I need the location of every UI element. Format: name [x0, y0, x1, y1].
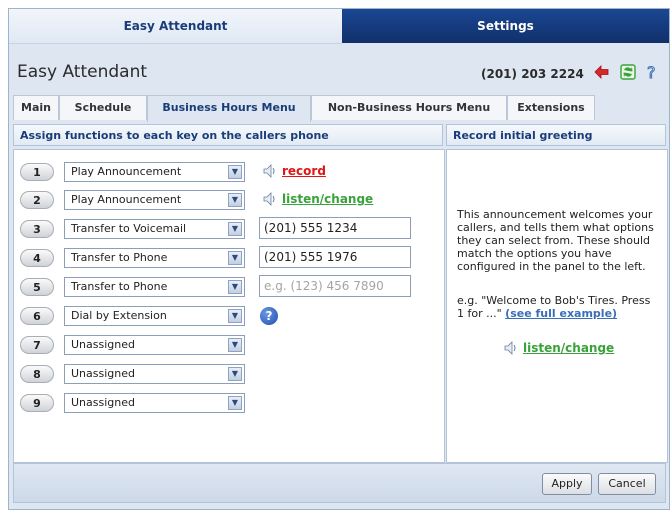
- key-2-select[interactable]: Play Announcement ▼: [64, 190, 245, 210]
- greeting-example: e.g. "Welcome to Bob's Tires. Press 1 fo…: [457, 294, 659, 320]
- key-2-select-value: Play Announcement: [71, 193, 182, 206]
- refresh-icon[interactable]: [619, 63, 637, 81]
- key-8-button[interactable]: 8: [20, 365, 54, 383]
- key-row-3: 3 Transfer to Voicemail ▼ (201) 555 1234: [14, 217, 444, 243]
- left-panel-header: Assign functions to each key on the call…: [13, 124, 443, 146]
- key-6-select-value: Dial by Extension: [71, 309, 167, 322]
- tab-settings[interactable]: Settings: [342, 9, 669, 43]
- chevron-down-icon: ▼: [228, 396, 242, 410]
- top-tabs: Easy Attendant Settings: [9, 9, 669, 44]
- key-row-5: 5 Transfer to Phone ▼ e.g. (123) 456 7890: [14, 275, 444, 301]
- key-row-9: 9 Unassigned ▼: [14, 391, 444, 417]
- right-panel-header: Record initial greeting: [446, 124, 666, 146]
- greeting-listen-change-link[interactable]: listen/change: [523, 341, 614, 355]
- key-5-phone-input[interactable]: e.g. (123) 456 7890: [259, 275, 411, 297]
- key-row-7: 7 Unassigned ▼: [14, 333, 444, 359]
- footer-bar: Apply Cancel: [13, 463, 666, 503]
- tab-easy-attendant[interactable]: Easy Attendant: [9, 9, 342, 44]
- key-4-select-value: Transfer to Phone: [71, 251, 168, 264]
- speaker-icon: [263, 192, 275, 206]
- key-1-select[interactable]: Play Announcement ▼: [64, 162, 245, 182]
- help-question-icon[interactable]: ?: [643, 63, 661, 81]
- key-2-button[interactable]: 2: [20, 191, 54, 209]
- key-6-button[interactable]: 6: [20, 307, 54, 325]
- key-1-select-value: Play Announcement: [71, 165, 182, 178]
- greeting-description: This announcement welcomes your callers,…: [457, 208, 654, 273]
- key-row-1: 1 Play Announcement ▼ record: [14, 160, 444, 186]
- chevron-down-icon: ▼: [228, 193, 242, 207]
- see-full-example-link[interactable]: (see full example): [505, 307, 617, 320]
- key-3-select-value: Transfer to Voicemail: [71, 222, 187, 235]
- key-5-select-value: Transfer to Phone: [71, 280, 168, 293]
- key-7-select-value: Unassigned: [71, 338, 135, 351]
- tab-non-business-hours-menu[interactable]: Non-Business Hours Menu: [311, 95, 507, 120]
- key-assignment-panel: 1 Play Announcement ▼ record 2 Play Annou…: [13, 149, 445, 463]
- chevron-down-icon: ▼: [228, 222, 242, 236]
- chevron-down-icon: ▼: [228, 280, 242, 294]
- key-row-8: 8 Unassigned ▼: [14, 362, 444, 388]
- key-8-select[interactable]: Unassigned ▼: [64, 364, 245, 384]
- key-row-2: 2 Play Announcement ▼ listen/change: [14, 188, 444, 214]
- key-row-4: 4 Transfer to Phone ▼ (201) 555 1976: [14, 246, 444, 272]
- tab-main[interactable]: Main: [13, 95, 59, 120]
- key-7-select[interactable]: Unassigned ▼: [64, 335, 245, 355]
- listen-change-link[interactable]: listen/change: [282, 192, 373, 206]
- chevron-down-icon: ▼: [228, 338, 242, 352]
- speaker-icon: [504, 341, 516, 355]
- key-4-select[interactable]: Transfer to Phone ▼: [64, 248, 245, 268]
- key-8-select-value: Unassigned: [71, 367, 135, 380]
- easy-attendant-window: Easy Attendant Settings Easy Attendant (…: [8, 8, 670, 510]
- back-arrow-icon[interactable]: [593, 63, 611, 81]
- record-link[interactable]: record: [282, 164, 326, 178]
- key-9-select-value: Unassigned: [71, 396, 135, 409]
- key-4-phone-input[interactable]: (201) 555 1976: [259, 246, 411, 268]
- key-1-button[interactable]: 1: [20, 163, 54, 181]
- phone-number: (201) 203 2224: [481, 67, 584, 81]
- key-9-button[interactable]: 9: [20, 394, 54, 412]
- chevron-down-icon: ▼: [228, 367, 242, 381]
- key-6-select[interactable]: Dial by Extension ▼: [64, 306, 245, 326]
- apply-button[interactable]: Apply: [542, 473, 592, 495]
- tab-schedule[interactable]: Schedule: [59, 95, 147, 120]
- chevron-down-icon: ▼: [228, 165, 242, 179]
- key-row-6: 6 Dial by Extension ▼ ?: [14, 304, 444, 330]
- greeting-panel: This announcement welcomes your callers,…: [446, 149, 668, 463]
- chevron-down-icon: ▼: [228, 251, 242, 265]
- key-4-button[interactable]: 4: [20, 249, 54, 267]
- key-3-button[interactable]: 3: [20, 220, 54, 238]
- svg-text:?: ?: [647, 63, 656, 81]
- cancel-button[interactable]: Cancel: [598, 473, 656, 495]
- help-icon[interactable]: ?: [260, 307, 278, 325]
- key-3-select[interactable]: Transfer to Voicemail ▼: [64, 219, 245, 239]
- tab-business-hours-menu[interactable]: Business Hours Menu: [147, 95, 311, 122]
- key-5-select[interactable]: Transfer to Phone ▼: [64, 277, 245, 297]
- tab-extensions[interactable]: Extensions: [507, 95, 595, 120]
- speaker-icon: [263, 164, 275, 178]
- chevron-down-icon: ▼: [228, 309, 242, 323]
- page-title: Easy Attendant: [17, 62, 148, 82]
- key-5-button[interactable]: 5: [20, 278, 54, 296]
- key-3-phone-input[interactable]: (201) 555 1234: [259, 217, 411, 239]
- key-7-button[interactable]: 7: [20, 336, 54, 354]
- key-9-select[interactable]: Unassigned ▼: [64, 393, 245, 413]
